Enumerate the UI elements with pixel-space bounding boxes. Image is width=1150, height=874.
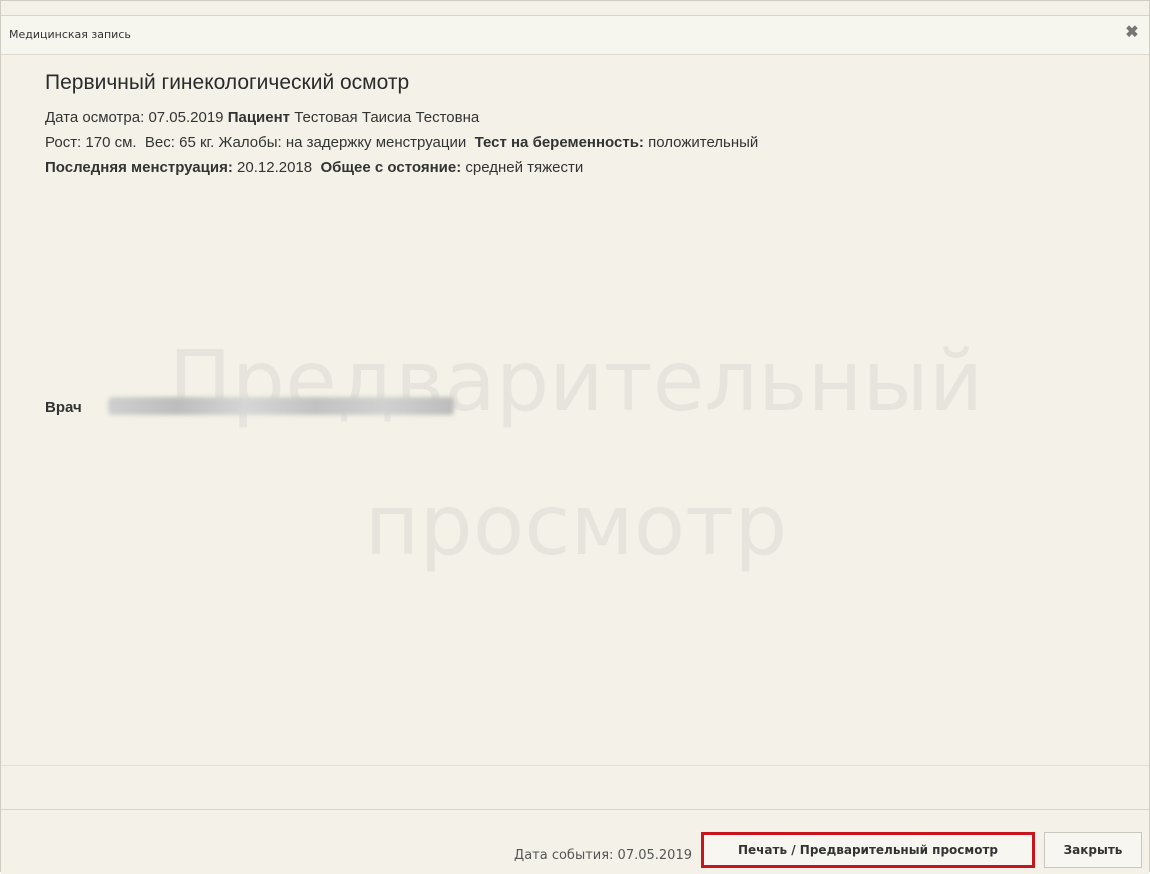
exam-date: 07.05.2019	[148, 109, 224, 126]
record-heading: Первичный гинекологический осмотр	[45, 71, 410, 94]
condition-value: средней тяжести	[465, 159, 584, 176]
complaints-text: Жалобы: на задержку менструации	[218, 134, 467, 151]
measurements-line: Рост: 170 см. Вес: 65 кг. Жалобы: на зад…	[45, 134, 1129, 151]
condition-label: Общее с остояние:	[320, 159, 462, 176]
print-preview-button[interactable]: Печать / Предварительный просмотр	[701, 832, 1035, 868]
pregnancy-test-value: положительный	[648, 134, 759, 151]
record-content: Первичный гинекологический осмотр Дата о…	[45, 71, 1129, 184]
close-button[interactable]: Закрыть	[1044, 832, 1142, 868]
pregnancy-test-label: Тест на беременность:	[474, 134, 644, 151]
watermark-line-2: просмотр	[364, 476, 788, 574]
event-date: Дата события: 07.05.2019	[514, 848, 692, 863]
patient-name: Тестовая Таисиа Тестовна	[294, 109, 480, 126]
close-icon[interactable]: ✖	[1123, 24, 1141, 42]
last-period-label: Последняя менструация:	[45, 159, 233, 176]
exam-line: Дата осмотра: 07.05.2019 Пациент Тестова…	[45, 109, 1129, 126]
last-period-value: 20.12.2018	[237, 159, 313, 176]
patient-label: Пациент	[227, 109, 291, 126]
divider	[1, 765, 1149, 766]
dialog-titlebar: Медицинская запись ✖	[1, 15, 1149, 55]
status-line: Последняя менструация: 20.12.2018 Общее …	[45, 159, 1129, 176]
medical-record-dialog: Медицинская запись ✖ Предварительный про…	[0, 0, 1150, 874]
doctor-name-redacted	[108, 397, 454, 415]
doctor-label: Врач	[45, 399, 82, 416]
height-text: Рост: 170 см.	[45, 134, 137, 151]
exam-date-label: Дата осмотра:	[45, 109, 145, 126]
weight-text: Вес: 65 кг.	[144, 134, 215, 151]
dialog-title: Медицинская запись	[9, 28, 131, 41]
dialog-footer: Дата события: 07.05.2019 Печать / Предва…	[1, 809, 1149, 874]
